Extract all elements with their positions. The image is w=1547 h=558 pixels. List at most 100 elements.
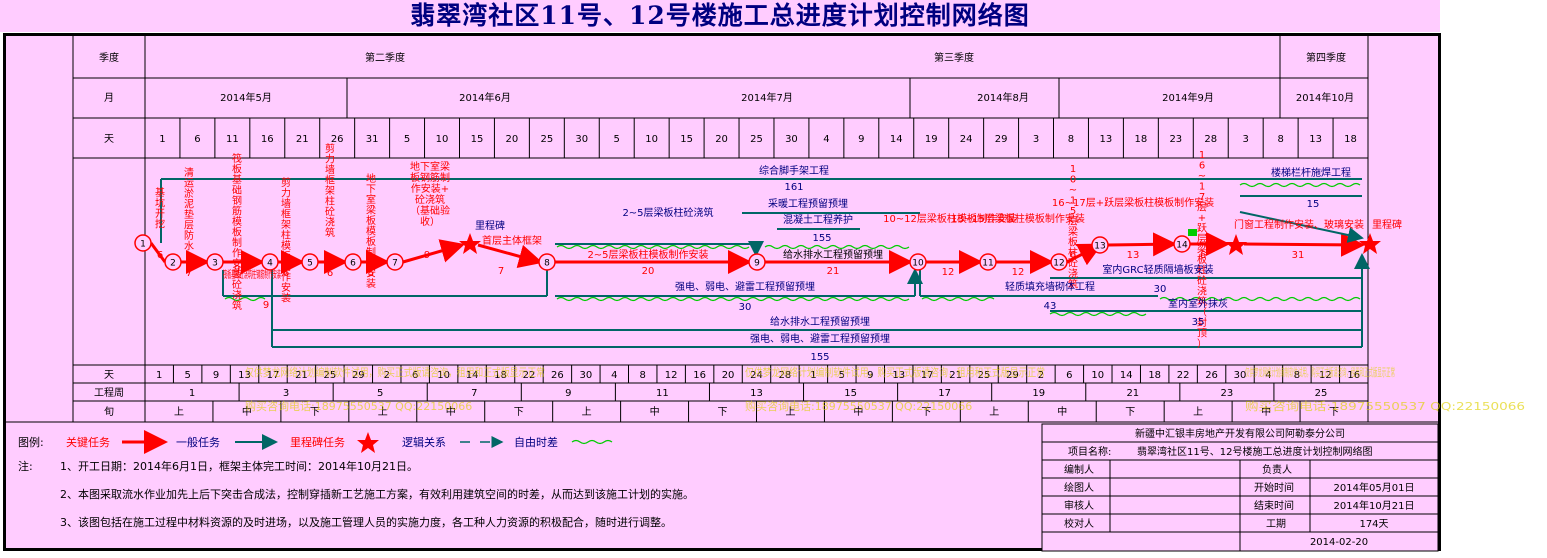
vertical-task-char: 板 bbox=[281, 250, 291, 263]
day-label: 19 bbox=[925, 134, 938, 145]
bottom-day-label: 20 bbox=[722, 370, 735, 381]
scaffold-days: 161 bbox=[784, 182, 803, 193]
week-label: 21 bbox=[1126, 388, 1139, 399]
day-label: 18 bbox=[1344, 134, 1357, 145]
legend-key-task: 关键任务 bbox=[66, 435, 110, 449]
day-label: 13 bbox=[1100, 134, 1113, 145]
plaster-label: 室内室外抹灰 bbox=[1168, 297, 1228, 310]
vertical-task-char: 泥 bbox=[184, 198, 194, 211]
day-label: 15 bbox=[680, 134, 693, 145]
bottom-day-label: 26 bbox=[551, 370, 564, 381]
quarter-2: 第二季度 bbox=[365, 51, 405, 64]
legend-milestone-star bbox=[357, 432, 379, 453]
vertical-task-char: 清 bbox=[184, 166, 194, 179]
foundation-days: 9 bbox=[263, 300, 269, 311]
week-label: 7 bbox=[471, 388, 477, 399]
bottom-day-label: 16 bbox=[693, 370, 706, 381]
day-label: 6 bbox=[194, 134, 200, 145]
vertical-task-char: 模 bbox=[366, 226, 376, 238]
vertical-task-char: 筋 bbox=[232, 205, 242, 218]
electrical-1-label: 强电、弱电、避雷工程预留预埋 bbox=[675, 280, 815, 293]
node-number: 5 bbox=[307, 259, 313, 269]
vertical-task-days: 6 bbox=[157, 250, 163, 261]
vertical-task-char: 下 bbox=[366, 185, 376, 196]
node-number: 6 bbox=[350, 259, 356, 269]
vertical-task-char: 板 bbox=[366, 235, 376, 248]
month-row-label: 月 bbox=[104, 92, 114, 104]
drainage-label: 给水排水工程预留预埋 bbox=[783, 248, 883, 261]
quarter-row-label: 季度 bbox=[99, 51, 119, 64]
row3-label2: 结束时间 bbox=[1254, 499, 1294, 512]
day-label: 3 bbox=[1243, 134, 1249, 145]
vertical-task-text: （基础验 bbox=[410, 204, 450, 217]
vertical-task-char: 安 bbox=[281, 281, 291, 294]
vertical-task-char: 柱 bbox=[325, 195, 335, 208]
vertical-task-days: 6 bbox=[283, 268, 289, 279]
day-label: 20 bbox=[506, 134, 519, 145]
light-wall-days: 30 bbox=[1154, 284, 1167, 295]
vertical-task-char: 1 bbox=[1070, 164, 1076, 175]
vertical-task-char: 模 bbox=[232, 216, 242, 228]
vertical-task-text: 地下室梁 bbox=[410, 160, 450, 173]
vertical-task-char: 层 bbox=[1197, 233, 1207, 245]
vertical-task-char: 架 bbox=[325, 185, 335, 197]
xun-row-label: 旬 bbox=[104, 405, 114, 418]
vertical-task-char: 板 bbox=[1068, 236, 1078, 249]
watermark-1: 仅供梦龙网络计划编制软件试用，购买正式版请咨询，租用和正式版显示正常 bbox=[245, 365, 545, 379]
info-table: 新疆中汇银丰房地产开发有限公司阿勒泰分公司 项目名称: 翡翠湾社区11号、12号… bbox=[1041, 423, 1439, 552]
week-label: 13 bbox=[750, 388, 763, 399]
week-label: 17 bbox=[938, 388, 951, 399]
legend-float-wave bbox=[571, 439, 613, 445]
vertical-task-char: 础 bbox=[232, 185, 242, 197]
row4-label1: 校对人 bbox=[1064, 517, 1094, 530]
electrical-1-days: 30 bbox=[739, 302, 752, 313]
curing-days: 155 bbox=[812, 233, 831, 244]
row2-label1: 绘图人 bbox=[1064, 481, 1094, 494]
bottom-day-label: 14 bbox=[1120, 370, 1133, 381]
vertical-task-char: 基 bbox=[155, 186, 165, 199]
floors-2-5-days: 20 bbox=[642, 266, 655, 277]
week-label: 19 bbox=[1032, 388, 1045, 399]
doc-date: 2014-02-20 bbox=[1310, 537, 1368, 548]
week-labels: 1 3 5 7 9 11 13 15 17 19 21 23 25 bbox=[189, 388, 1327, 399]
bottom-day-row-label: 天 bbox=[104, 370, 114, 381]
bottom-day-label: 8 bbox=[640, 370, 646, 381]
vertical-task-char: 制 bbox=[232, 236, 242, 249]
vertical-task-days: 5 bbox=[368, 268, 374, 279]
bottom-day-label: 30 bbox=[579, 370, 592, 381]
plaster-days: 43 bbox=[1044, 301, 1057, 312]
vertical-task-char: 墙 bbox=[325, 163, 335, 176]
row1-label1: 编制人 bbox=[1064, 463, 1094, 476]
light-wall-label: 轻质填充墙砌体工程 bbox=[1005, 280, 1095, 293]
day-label: 24 bbox=[960, 134, 973, 145]
vertical-task-char: 钢 bbox=[232, 194, 242, 207]
floors-2-5-label: 2~5层梁板柱模板制作安装 bbox=[587, 248, 708, 261]
vertical-task-char: 框 bbox=[281, 208, 291, 221]
vertical-task-char: 板 bbox=[232, 163, 242, 176]
end-date: 2014年10月21日 bbox=[1334, 499, 1415, 512]
node-number: 2 bbox=[170, 259, 176, 269]
watermark-5: 仅供梦龙网络计划编制软件试用，购买正式版请咨询，租用和正式版显示正常 bbox=[1245, 365, 1395, 379]
vertical-task-days: 6 bbox=[1200, 250, 1206, 261]
vertical-task-char: 坑 bbox=[155, 197, 165, 210]
day-label: 23 bbox=[1169, 134, 1182, 145]
bottom-day-label: 1 bbox=[156, 370, 162, 381]
floors-2-5-pour-label: 2~5层梁板柱砼浇筑 bbox=[622, 206, 713, 219]
curing-label: 混凝土工程养护 bbox=[783, 213, 853, 226]
note-3: 3、该图包括在施工过程中材料资源的及时进场，以及施工管理人员的实施力度，各工种人… bbox=[60, 515, 672, 529]
day-label: 13 bbox=[1309, 134, 1322, 145]
bottom-day-label: 12 bbox=[665, 370, 678, 381]
day-label: 3 bbox=[1033, 134, 1039, 145]
day-label: 16 bbox=[261, 134, 274, 145]
week-label: 23 bbox=[1221, 388, 1234, 399]
watermark-6: 购买咨询电话:18975550537 QQ:22150066 bbox=[1245, 399, 1525, 413]
day-label: 30 bbox=[575, 134, 588, 145]
network-diagram: 季度 月 天 第二季度 第三季度 第四季度 2014年5月 2014年6月 20… bbox=[6, 36, 1525, 552]
xun-label: 上 bbox=[174, 406, 184, 418]
vertical-task-char: + bbox=[1198, 213, 1206, 224]
vertical-task-char: 梁 bbox=[1068, 225, 1078, 238]
bottom-day-label: 10 bbox=[1091, 370, 1104, 381]
vertical-task-char: 淤 bbox=[184, 188, 194, 200]
day-label: 25 bbox=[540, 134, 553, 145]
node-number: 9 bbox=[754, 259, 760, 269]
